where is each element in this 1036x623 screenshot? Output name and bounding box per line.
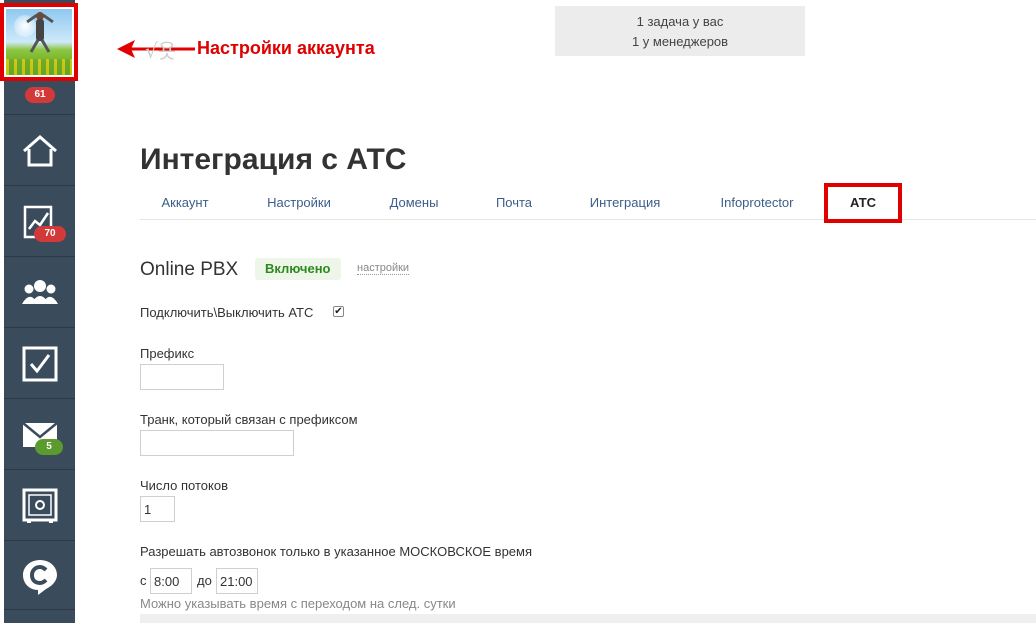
analytics-badge: 70	[34, 226, 66, 242]
avatar-badge: 61	[25, 87, 55, 103]
sidebar-item-contacts[interactable]	[4, 256, 75, 326]
avatar	[6, 9, 72, 75]
sidebar-item-brand[interactable]	[4, 540, 75, 610]
tasks-summary[interactable]: 1 задача у вас 1 у менеджеров	[555, 6, 805, 56]
safe-icon	[22, 488, 58, 523]
users-icon	[22, 280, 58, 304]
to-label: до	[197, 573, 212, 588]
tasks-icon	[22, 346, 58, 382]
prefix-input[interactable]	[140, 364, 224, 390]
pbx-provider-name: Online PBX	[140, 259, 239, 280]
threads-input[interactable]	[140, 496, 175, 522]
tab-ats[interactable]: АТС	[824, 183, 902, 223]
svg-text:√욧: √욧	[145, 39, 176, 63]
account-settings-avatar[interactable]	[0, 3, 78, 81]
tab-account[interactable]: Аккаунт	[160, 186, 210, 220]
bottom-bar	[140, 614, 1036, 623]
sidebar-item-mail[interactable]: 5	[4, 398, 75, 468]
trunk-input[interactable]	[140, 430, 294, 456]
time-hint: Можно указывать время с переходом на сле…	[140, 596, 456, 611]
mail-badge: 5	[35, 439, 63, 455]
sidebar-item-analytics[interactable]: 70	[4, 185, 75, 255]
tab-mail[interactable]: Почта	[494, 186, 534, 220]
tab-settings[interactable]: Настройки	[265, 186, 333, 220]
to-time-input[interactable]	[216, 568, 258, 594]
tasks-managers[interactable]: 1 у менеджеров	[555, 32, 805, 52]
toggle-ats-label: Подключить\Выключить АТС	[140, 305, 314, 320]
logo-c-icon	[23, 560, 57, 595]
from-time-input[interactable]	[150, 568, 192, 594]
sidebar-item-tasks[interactable]	[4, 327, 75, 397]
settings-tabs: Аккаунт Настройки Домены Почта Интеграци…	[140, 183, 1036, 223]
sidebar-item-home[interactable]	[4, 114, 75, 184]
tab-domains[interactable]: Домены	[388, 186, 440, 220]
threads-label: Число потоков	[140, 478, 228, 493]
prefix-label: Префикс	[140, 346, 195, 361]
annotation-label: Настройки аккаунта	[197, 38, 375, 58]
tasks-mine[interactable]: 1 задача у вас	[555, 12, 805, 32]
sidebar-item-safe[interactable]	[4, 469, 75, 539]
annotation-arrow-icon: √욧	[117, 39, 195, 63]
status-badge: Включено	[255, 258, 341, 280]
page-title: Интеграция с АТС	[140, 143, 407, 176]
trunk-label: Транк, который связан с префиксом	[140, 412, 358, 427]
tab-integration[interactable]: Интеграция	[587, 186, 663, 220]
tab-infoprotector[interactable]: Infoprotector	[717, 186, 797, 220]
autocall-label: Разрешать автозвонок только в указанное …	[140, 544, 532, 559]
from-label: с	[140, 573, 147, 588]
pbx-settings-link[interactable]: настройки	[357, 262, 410, 275]
home-icon	[23, 135, 57, 167]
toggle-ats-checkbox[interactable]: ✔	[333, 306, 344, 317]
